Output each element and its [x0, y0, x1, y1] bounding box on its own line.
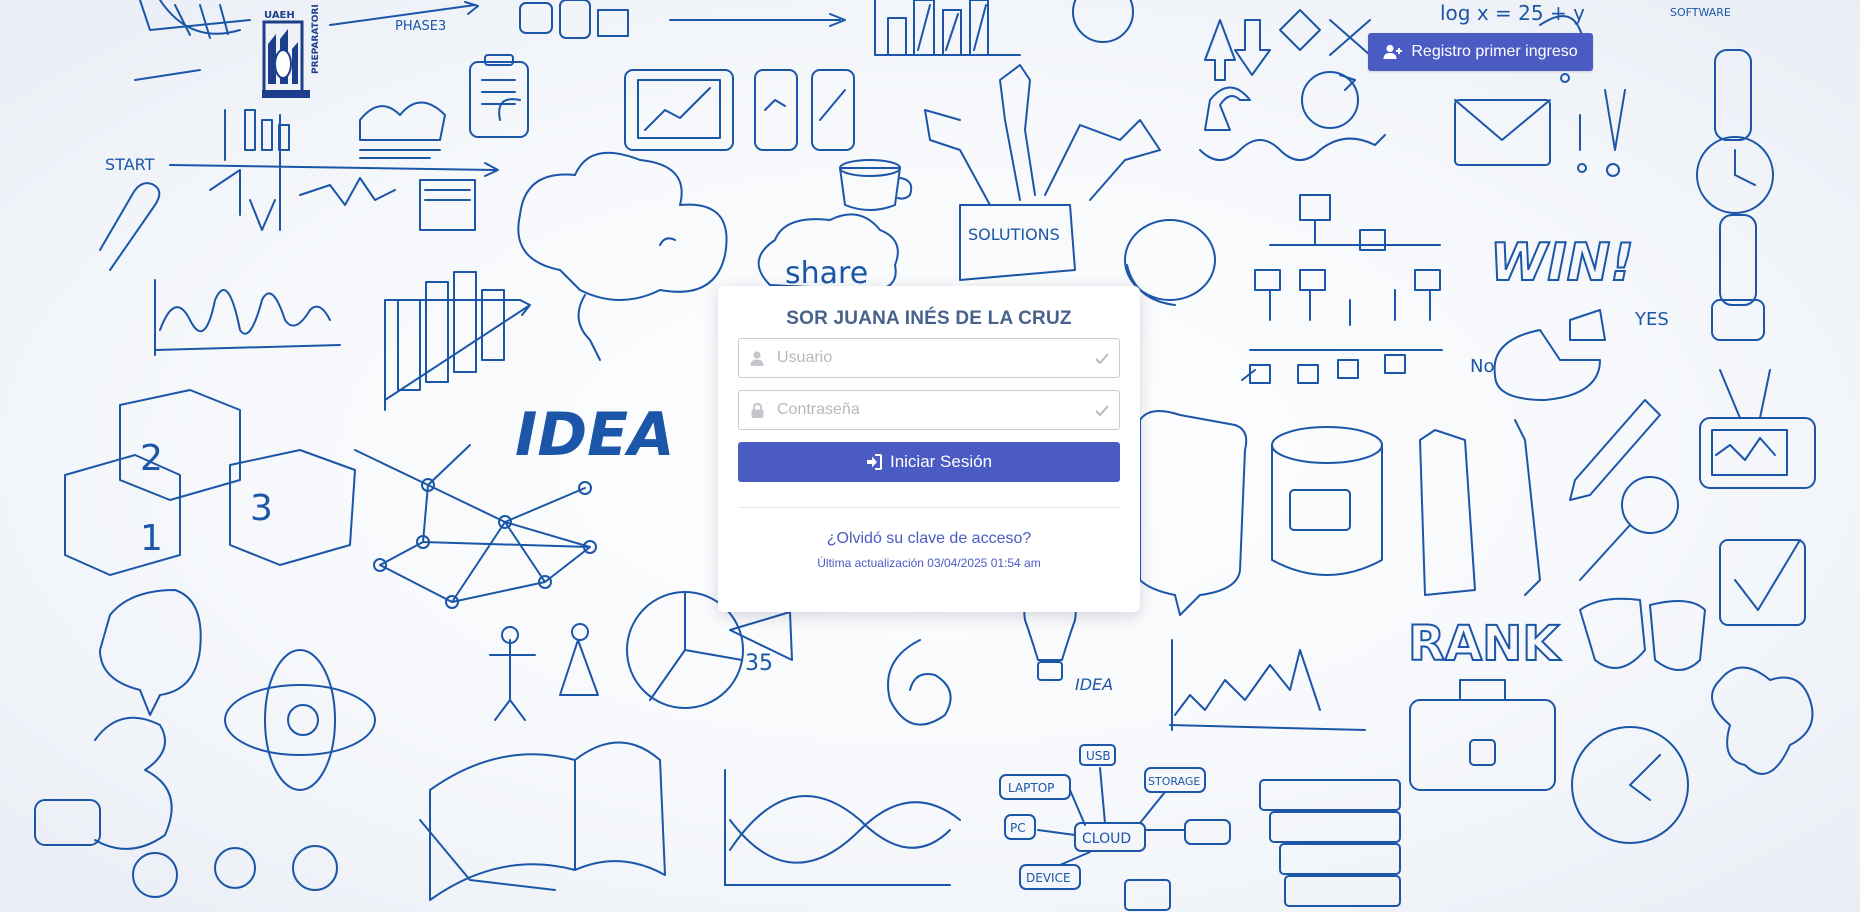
- doodle-cloud-text: CLOUD: [1082, 831, 1131, 847]
- card-divider: [738, 507, 1120, 508]
- doodle-win-text: WIN!: [1490, 233, 1634, 293]
- doodle-35-text: 35: [745, 651, 773, 676]
- doodle-yes-text: YES: [1634, 309, 1669, 330]
- user-icon: [739, 350, 775, 366]
- login-button[interactable]: Iniciar Sesión: [738, 442, 1120, 482]
- doodle-usb-text: USB: [1086, 749, 1111, 763]
- doodle-dice-2: 2: [140, 438, 163, 479]
- doodle-dice-1: 1: [140, 518, 163, 559]
- svg-text:UAEH: UAEH: [264, 10, 295, 21]
- doodle-pc-text: PC: [1010, 821, 1026, 835]
- school-name: SOR JUANA INÉS DE LA CRUZ: [786, 308, 1072, 329]
- svg-text:PREPARATORIA: PREPARATORIA: [311, 4, 321, 74]
- school-logo: UAEH PREPARATORIA: [258, 0, 328, 104]
- register-button-label: Registro primer ingreso: [1411, 43, 1578, 60]
- school-logo-icon: UAEH PREPARATORIA: [262, 0, 321, 98]
- lock-icon: [739, 402, 775, 418]
- register-first-entry-button[interactable]: Registro primer ingreso: [1368, 33, 1593, 71]
- doodle-laptop-text: LAPTOP: [1008, 781, 1054, 795]
- username-field[interactable]: [738, 338, 1120, 378]
- doodle-dice-3: 3: [250, 488, 273, 529]
- doodle-no-text: No: [1470, 356, 1494, 377]
- doodle-idea-text: IDEA: [515, 400, 675, 470]
- checkmark-icon: [1085, 404, 1119, 416]
- username-input[interactable]: [775, 339, 1085, 377]
- doodle-phase-text: PHASE3: [395, 19, 446, 34]
- user-plus-icon: [1383, 44, 1403, 59]
- doodle-software-text: SOFTWARE: [1670, 6, 1731, 19]
- checkmark-icon: [1085, 352, 1119, 364]
- password-field[interactable]: [738, 390, 1120, 430]
- doodle-idea-small-text: IDEA: [1075, 675, 1113, 694]
- last-update-text: Última actualización 03/04/2025 01:54 am: [817, 556, 1041, 570]
- forgot-password-link[interactable]: ¿Olvidó su clave de acceso?: [738, 530, 1120, 548]
- doodle-solutions-text: SOLUTIONS: [968, 225, 1060, 244]
- doodle-formula-text: log x = 25 + y: [1440, 1, 1585, 25]
- password-input[interactable]: [775, 391, 1085, 429]
- doodle-rank-text: RANK: [1408, 616, 1561, 672]
- sign-in-icon: [866, 454, 882, 470]
- doodle-device-text: DEVICE: [1026, 871, 1071, 885]
- login-button-label: Iniciar Sesión: [889, 452, 993, 471]
- doodle-storage-text: STORAGE: [1148, 775, 1200, 788]
- login-card: SOR JUANA INÉS DE LA CRUZ Usuario Inicia…: [718, 286, 1140, 612]
- doodle-start-text: START: [105, 155, 155, 174]
